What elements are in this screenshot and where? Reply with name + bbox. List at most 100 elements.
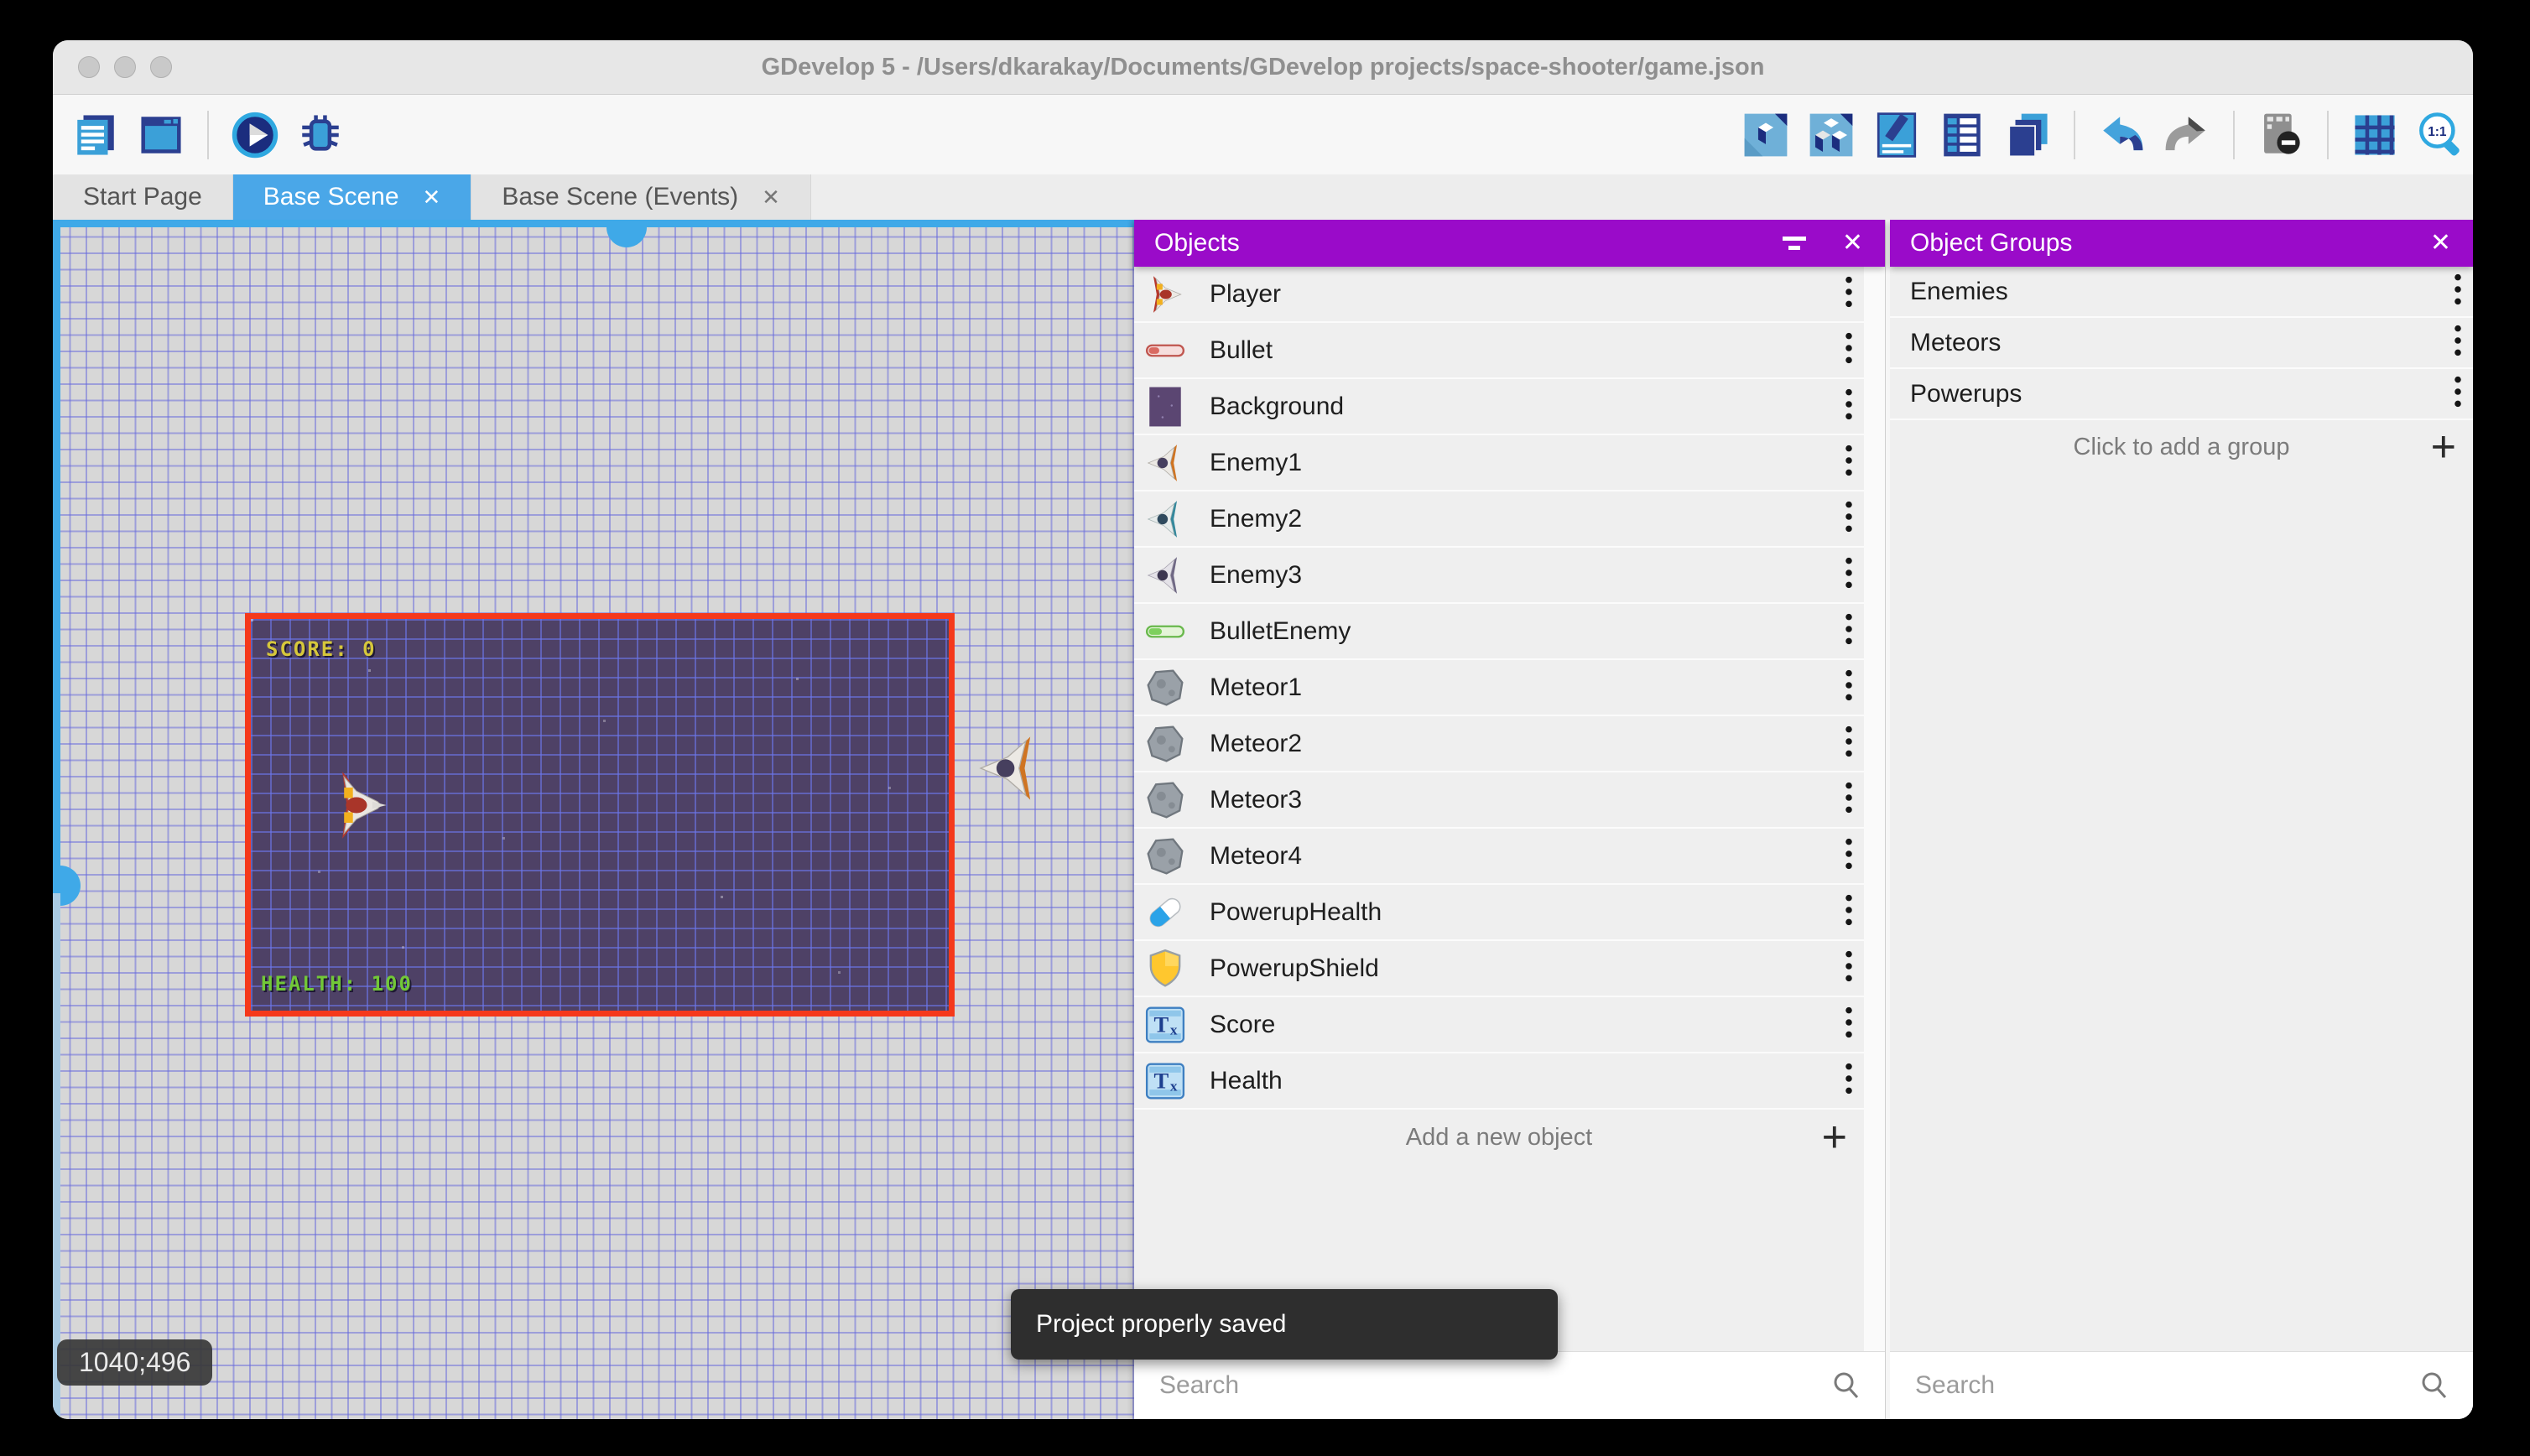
main-area: SCORE: 0 HEALTH: 100: [53, 220, 2473, 1419]
horizontal-scrollbar-thumb[interactable]: [606, 227, 647, 247]
kebab-menu-icon[interactable]: [1844, 443, 1854, 482]
add-object-button[interactable]: Add a new object+: [1134, 1110, 1864, 1165]
objects-panel-icon[interactable]: [1741, 111, 1790, 159]
kebab-menu-icon[interactable]: [1844, 611, 1854, 651]
debug-icon[interactable]: [296, 111, 345, 159]
kebab-menu-icon[interactable]: [1844, 892, 1854, 932]
object-row-bulletenemy[interactable]: BulletEnemy: [1134, 604, 1864, 660]
object-row-enemy1[interactable]: Enemy1: [1134, 435, 1864, 491]
object-row-poweruphealth[interactable]: PowerupHealth: [1134, 885, 1864, 941]
kebab-menu-icon[interactable]: [1844, 949, 1854, 988]
background-instance[interactable]: SCORE: 0 HEALTH: 100: [245, 613, 955, 1017]
tab-base-scene[interactable]: Base Scene✕: [233, 174, 472, 220]
preview-icon[interactable]: [231, 111, 279, 159]
kebab-menu-icon[interactable]: [1844, 499, 1854, 538]
object-label: BulletEnemy: [1210, 617, 1351, 646]
tab-base-scene-events[interactable]: Base Scene (Events) ✕: [471, 174, 811, 220]
filter-icon[interactable]: [1782, 231, 1807, 255]
undo-icon[interactable]: [2097, 111, 2146, 159]
redo-icon[interactable]: [2163, 111, 2211, 159]
object-groups-panel-title: Object Groups: [1910, 229, 2072, 257]
kebab-menu-icon[interactable]: [1844, 330, 1854, 370]
vertical-scrollbar-track[interactable]: [53, 893, 60, 1419]
kebab-menu-icon[interactable]: [1844, 1005, 1854, 1044]
group-row-enemies[interactable]: Enemies: [1890, 267, 2473, 318]
tab-bar: Start PageBase Scene✕Base Scene (Events)…: [53, 174, 2473, 220]
object-label: Meteor2: [1210, 730, 1302, 758]
close-icon[interactable]: ✕: [423, 186, 441, 208]
object-groups-panel: Object Groups ✕ EnemiesMeteors Powerups Cl…: [1890, 220, 2473, 1419]
object-row-score[interactable]: TxScore: [1134, 997, 1864, 1053]
svg-text:x: x: [1170, 1078, 1178, 1094]
toolbar-right-group: 1:1: [1741, 95, 2465, 174]
kebab-menu-icon[interactable]: [1844, 724, 1854, 763]
text-object-icon: Tx: [1144, 1004, 1186, 1046]
enemy1-icon: [1144, 442, 1186, 484]
kebab-menu-icon[interactable]: [1844, 1061, 1854, 1100]
close-icon[interactable]: ✕: [2430, 231, 2451, 256]
player-icon: [1144, 273, 1186, 315]
vertical-scrollbar[interactable]: [53, 220, 60, 893]
close-icon[interactable]: ✕: [762, 186, 780, 208]
layers-icon[interactable]: [2003, 111, 2052, 159]
horizontal-scrollbar[interactable]: [53, 220, 1134, 227]
text-object-icon: Tx: [1144, 1060, 1186, 1102]
groups-search-input[interactable]: [1913, 1370, 2418, 1401]
gdevelop-window: GDevelop 5 - /Users/dkarakay/Documents/G…: [53, 40, 2473, 1419]
svg-text:T: T: [1153, 1068, 1169, 1093]
kebab-menu-icon[interactable]: [2453, 374, 2463, 413]
toolbar-left-group: [71, 95, 345, 174]
player-ship-instance[interactable]: [323, 770, 393, 840]
kebab-menu-icon[interactable]: [1844, 555, 1854, 595]
objects-panel: Objects ✕ PlayerBulletBackgroundEnemy1En…: [1134, 220, 1885, 1419]
properties-icon[interactable]: [1872, 111, 1921, 159]
kebab-menu-icon[interactable]: [1844, 274, 1854, 314]
close-icon[interactable]: ✕: [1842, 231, 1863, 256]
grid-icon[interactable]: [2350, 111, 2399, 159]
object-row-enemy3[interactable]: Enemy3: [1134, 548, 1864, 604]
objects-search-input[interactable]: [1158, 1370, 1830, 1401]
tab-start-page[interactable]: Start Page: [53, 174, 233, 220]
kebab-menu-icon[interactable]: [2453, 272, 2463, 311]
kebab-menu-icon[interactable]: [1844, 668, 1854, 707]
object-row-meteor1[interactable]: Meteor1: [1134, 660, 1864, 716]
kebab-menu-icon[interactable]: [1844, 836, 1854, 876]
kebab-menu-icon[interactable]: [1844, 780, 1854, 819]
object-row-meteor2[interactable]: Meteor2: [1134, 716, 1864, 772]
object-row-meteor4[interactable]: Meteor4: [1134, 829, 1864, 885]
object-row-background[interactable]: Background: [1134, 379, 1864, 435]
add-object-label: Add a new object: [1406, 1124, 1592, 1152]
object-row-bullet[interactable]: Bullet: [1134, 323, 1864, 379]
project-manager-icon[interactable]: [71, 111, 120, 159]
kebab-menu-icon[interactable]: [1844, 387, 1854, 426]
objects-list-scrollbar-gutter[interactable]: [1864, 267, 1885, 1352]
add-group-button[interactable]: Click to add a group+: [1890, 420, 2473, 474]
add-group-label: Click to add a group: [2074, 434, 2290, 461]
instances-mask-icon[interactable]: [2257, 111, 2305, 159]
window-icon[interactable]: [137, 111, 185, 159]
object-row-enemy2[interactable]: Enemy2: [1134, 491, 1864, 548]
group-row-powerups[interactable]: Powerups: [1890, 369, 2473, 420]
instances-list-icon[interactable]: [1938, 111, 1986, 159]
object-row-powerupshield[interactable]: PowerupShield: [1134, 941, 1864, 997]
bullet-icon: [1144, 330, 1186, 372]
group-label: Powerups: [1910, 380, 2022, 408]
zoom-1-1-icon[interactable]: 1:1: [2416, 111, 2465, 159]
kebab-menu-icon[interactable]: [2453, 323, 2463, 362]
tab-label: Start Page: [83, 183, 202, 211]
object-label: Enemy3: [1210, 561, 1302, 590]
background-icon: [1144, 386, 1186, 428]
object-row-health[interactable]: TxHealth: [1134, 1053, 1864, 1110]
score-hud-text: SCORE: 0: [266, 637, 377, 661]
object-row-player[interactable]: Player: [1134, 267, 1864, 323]
scene-canvas[interactable]: SCORE: 0 HEALTH: 100: [53, 220, 1134, 1419]
enemy-ship-instance[interactable]: [974, 730, 1046, 807]
vertical-scrollbar-thumb[interactable]: [60, 866, 81, 906]
object-groups-panel-icon[interactable]: [1807, 111, 1856, 159]
group-row-meteors[interactable]: Meteors: [1890, 318, 2473, 369]
toolbar-separator: [2074, 111, 2075, 159]
objects-list: PlayerBulletBackgroundEnemy1Enemy2 Enemy3…: [1134, 267, 1864, 1165]
tab-label: Base Scene (Events): [502, 183, 738, 211]
object-row-meteor3[interactable]: Meteor3: [1134, 772, 1864, 829]
search-icon: [1830, 1369, 1863, 1402]
